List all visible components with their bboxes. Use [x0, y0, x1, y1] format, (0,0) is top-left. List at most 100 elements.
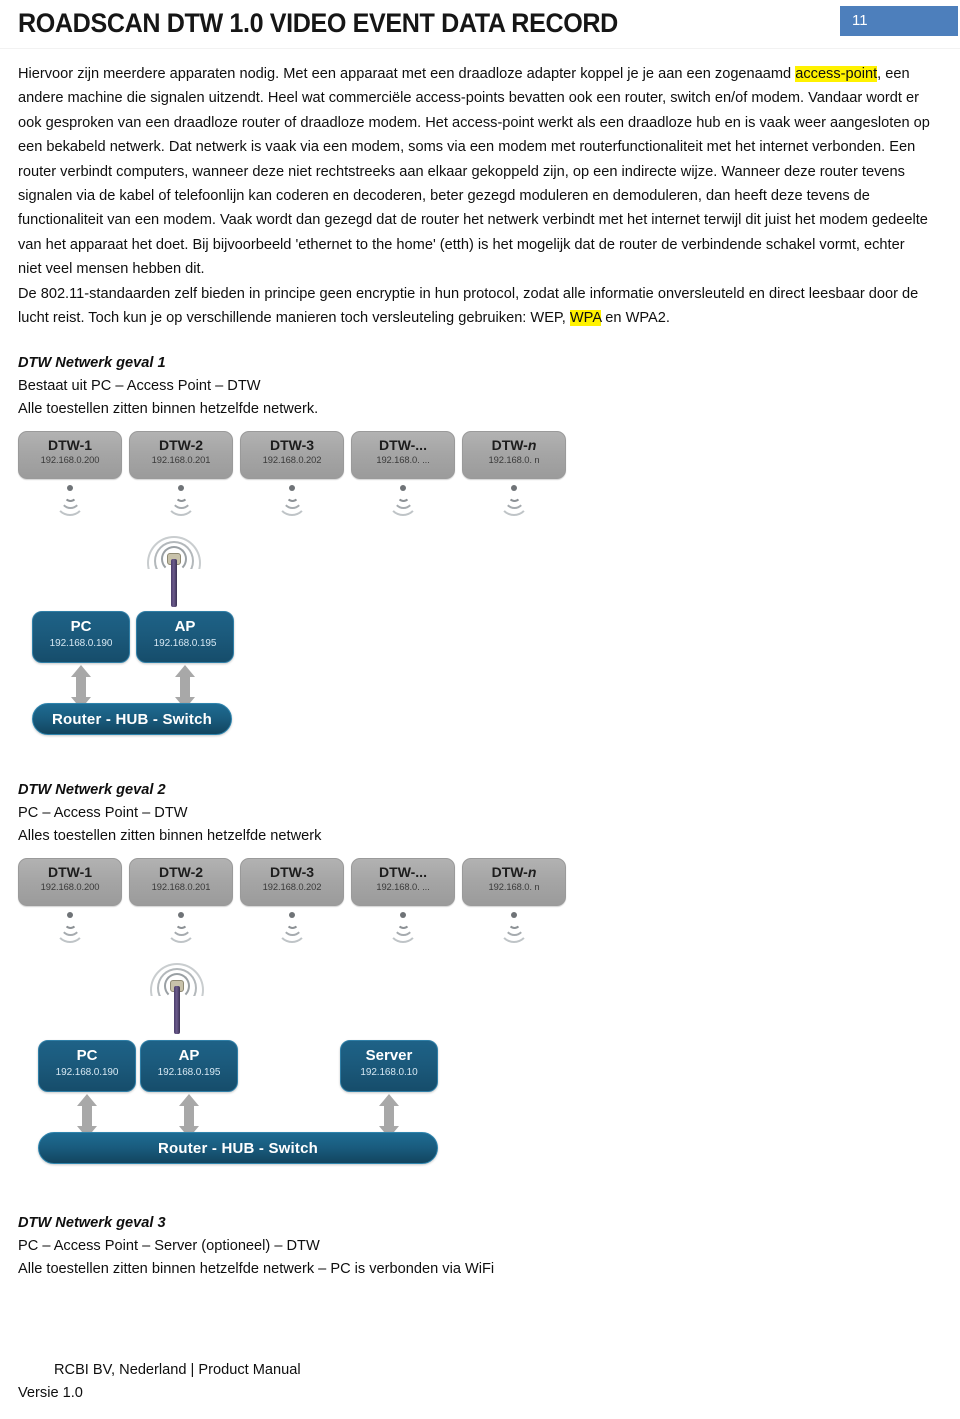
dtw-ip: 192.168.0.202 — [262, 454, 322, 466]
node-ip: 192.168.0.195 — [157, 1067, 221, 1079]
page-number-badge: 11 — [840, 6, 958, 36]
highlight-wpa: WPA — [569, 310, 602, 327]
page-header: ROADSCAN DTW 1.0 VIDEO EVENT DATA RECORD… — [0, 0, 960, 49]
section-1-line-2: Alle toestellen zitten binnen hetzelfde … — [18, 401, 319, 418]
dtw-box: DTW-... 192.168.0. ... — [351, 858, 455, 907]
section-1-title: DTW Netwerk geval 1 — [18, 355, 166, 372]
node-ap: AP 192.168.0.195 — [140, 1040, 238, 1093]
dtw-name: DTW-3 — [269, 437, 315, 454]
section-2-line-1: PC – Access Point – DTW — [18, 805, 188, 822]
node-ip: 192.168.0.190 — [49, 638, 113, 650]
dtw-device: DTW-1 192.168.0.200 — [18, 858, 122, 944]
dtw-device: DTW-3 192.168.0.202 — [240, 431, 344, 517]
node-pc: PC 192.168.0.190 — [38, 1040, 136, 1093]
dtw-ip: 192.168.0. ... — [376, 881, 430, 893]
node-ip: 192.168.0.190 — [55, 1067, 119, 1079]
header-divider — [0, 48, 960, 49]
wifi-signal-icon — [164, 912, 198, 944]
dtw-ip: 192.168.0.202 — [262, 881, 322, 893]
network-diagram-2: DTW-1 192.168.0.200 DTW-2 192.168.0.201 — [18, 858, 566, 1165]
wifi-signal-icon — [53, 912, 87, 944]
section-geval-3: DTW Netwerk geval 3 PC – Access Point – … — [18, 1212, 932, 1281]
paragraph-2-part-a: De 802.11-standaarden zelf bieden in pri… — [18, 285, 919, 327]
section-geval-2: DTW Netwerk geval 2 PC – Access Point – … — [18, 779, 932, 848]
dtw-ip: 192.168.0. ... — [376, 454, 430, 466]
dtw-box: DTW-... 192.168.0. ... — [351, 431, 455, 480]
dtw-box: DTW-n 192.168.0. n — [462, 858, 566, 907]
node-name: PC — [76, 1047, 98, 1065]
router-hub-switch-bar: Router - HUB - Switch — [32, 703, 232, 736]
dtw-device: DTW-... 192.168.0. ... — [351, 431, 455, 517]
wifi-signal-icon — [164, 485, 198, 517]
router-hub-switch-bar: Router - HUB - Switch — [38, 1132, 438, 1165]
section-3-title: DTW Netwerk geval 3 — [18, 1215, 166, 1232]
section-2-line-2: Alles toestellen zitten binnen hetzelfde… — [18, 828, 322, 845]
wifi-signal-icon — [497, 912, 531, 944]
dtw-device: DTW-1 192.168.0.200 — [18, 431, 122, 517]
dtw-device: DTW-n 192.168.0. n — [462, 858, 566, 944]
node-pc: PC 192.168.0.190 — [32, 611, 130, 664]
dtw-ip: 192.168.0. n — [488, 881, 540, 893]
dtw-device-row-1: DTW-1 192.168.0.200 DTW-2 192.168.0.201 — [18, 431, 573, 517]
dtw-device: DTW-2 192.168.0.201 — [129, 858, 233, 944]
dtw-device: DTW-n 192.168.0. n — [462, 431, 566, 517]
node-name: AP — [174, 618, 196, 636]
dtw-name: DTW-n — [491, 437, 537, 454]
section-3-line-1: PC – Access Point – Server (optioneel) –… — [18, 1238, 320, 1255]
node-ip: 192.168.0.195 — [153, 638, 217, 650]
paragraph-2: De 802.11-standaarden zelf bieden in pri… — [18, 282, 932, 331]
dtw-box: DTW-n 192.168.0. n — [462, 431, 566, 480]
page-title: ROADSCAN DTW 1.0 VIDEO EVENT DATA RECORD — [18, 8, 618, 38]
section-geval-1: DTW Netwerk geval 1 Bestaat uit PC – Acc… — [18, 352, 932, 421]
section-1-line-1: Bestaat uit PC – Access Point – DTW — [18, 378, 261, 395]
section-3-line-2: Alle toestellen zitten binnen hetzelfde … — [18, 1261, 495, 1278]
node-name: Server — [365, 1047, 413, 1065]
dtw-device: DTW-2 192.168.0.201 — [129, 431, 233, 517]
dtw-box: DTW-3 192.168.0.202 — [240, 431, 344, 480]
node-server: Server 192.168.0.10 — [340, 1040, 438, 1093]
dtw-box: DTW-2 192.168.0.201 — [129, 858, 233, 907]
dtw-device: DTW-... 192.168.0. ... — [351, 858, 455, 944]
wifi-signal-icon — [497, 485, 531, 517]
dtw-name: DTW-... — [379, 437, 427, 454]
dtw-name: DTW-n — [491, 864, 537, 881]
node-ip: 192.168.0.10 — [360, 1067, 418, 1079]
dtw-name: DTW-2 — [158, 437, 204, 454]
wifi-signal-icon — [386, 485, 420, 517]
dtw-box: DTW-1 192.168.0.200 — [18, 431, 122, 480]
access-point-antenna-icon — [143, 963, 211, 1041]
dtw-ip: 192.168.0.200 — [40, 454, 100, 466]
wifi-signal-icon — [275, 912, 309, 944]
section-2-title: DTW Netwerk geval 2 — [18, 782, 166, 799]
wifi-signal-icon — [275, 485, 309, 517]
access-point-antenna-icon — [140, 536, 208, 614]
footer-line-2: Versie 1.0 — [18, 1385, 83, 1401]
dtw-ip: 192.168.0.200 — [40, 881, 100, 893]
dtw-box: DTW-3 192.168.0.202 — [240, 858, 344, 907]
document-content: Hiervoor zijn meerdere apparaten nodig. … — [0, 48, 960, 1281]
dtw-ip: 192.168.0. n — [488, 454, 540, 466]
dtw-name: DTW-2 — [158, 864, 204, 881]
node-ap: AP 192.168.0.195 — [136, 611, 234, 664]
paragraph-1-part-a: Hiervoor zijn meerdere apparaten nodig. … — [18, 66, 796, 82]
paragraph-2-part-b: en WPA2. — [601, 310, 670, 327]
footer-line-1: RCBI BV, Nederland | Product Manual — [54, 1362, 301, 1378]
node-name: AP — [178, 1047, 200, 1065]
paragraph-1-part-b: , een andere machine die signalen uitzen… — [18, 66, 930, 278]
wifi-signal-icon — [386, 912, 420, 944]
wifi-signal-icon — [53, 485, 87, 517]
dtw-name: DTW-3 — [269, 864, 315, 881]
dtw-box: DTW-2 192.168.0.201 — [129, 431, 233, 480]
node-name: PC — [70, 618, 92, 636]
dtw-ip: 192.168.0.201 — [151, 881, 211, 893]
dtw-name: DTW-1 — [47, 864, 93, 881]
dtw-device-row-2: DTW-1 192.168.0.200 DTW-2 192.168.0.201 — [18, 858, 573, 944]
dtw-name: DTW-... — [379, 864, 427, 881]
dtw-box: DTW-1 192.168.0.200 — [18, 858, 122, 907]
paragraph-1: Hiervoor zijn meerdere apparaten nodig. … — [18, 62, 932, 282]
dtw-ip: 192.168.0.201 — [151, 454, 211, 466]
highlight-access-point: access-point — [795, 66, 878, 82]
network-diagram-1: DTW-1 192.168.0.200 DTW-2 192.168.0.201 — [18, 431, 578, 736]
dtw-device: DTW-3 192.168.0.202 — [240, 858, 344, 944]
dtw-name: DTW-1 — [47, 437, 93, 454]
